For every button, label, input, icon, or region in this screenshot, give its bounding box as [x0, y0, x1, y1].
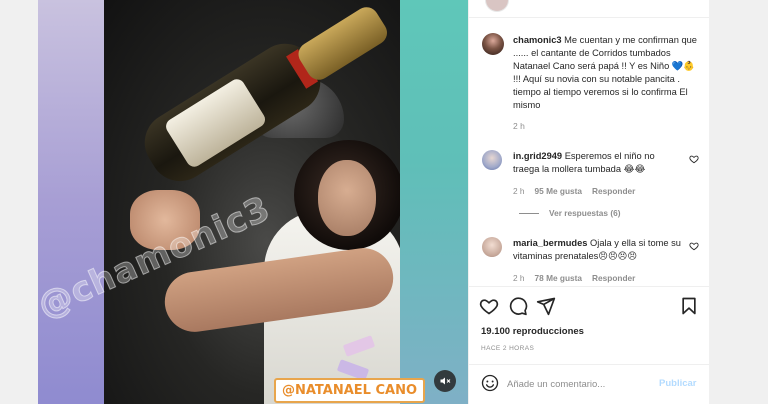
comment-meta: 2 h 95 Me gusta Responder: [513, 186, 635, 196]
publish-button[interactable]: Publicar: [659, 378, 697, 389]
comment-username[interactable]: maria_bermudes: [513, 238, 587, 248]
post-age[interactable]: HACE 2 HORAS: [481, 345, 534, 352]
comment-meta: 2 h 78 Me gusta Responder: [513, 273, 635, 283]
reply-button[interactable]: Responder: [592, 186, 635, 196]
replies-line: [519, 212, 539, 214]
heart-icon[interactable]: [479, 296, 499, 316]
mention-tag: @NATANAEL CANO: [274, 378, 426, 403]
divider: [469, 364, 709, 365]
post-time[interactable]: 2 h: [513, 121, 525, 131]
avatar[interactable]: [482, 33, 504, 55]
page-margin-left: [0, 0, 38, 404]
comment-time[interactable]: 2 h: [513, 273, 525, 283]
speaker-muted-icon: [440, 377, 451, 385]
comment-username[interactable]: in.grid2949: [513, 151, 562, 161]
post-side-panel: chamonic3 Me cuentan y me confirman que …: [468, 0, 709, 404]
view-count[interactable]: 19.100 reproducciones: [481, 326, 584, 337]
page-margin-right: [708, 0, 768, 404]
smiley-icon[interactable]: [481, 374, 499, 392]
reply-button[interactable]: Responder: [592, 273, 635, 283]
bookmark-icon[interactable]: [679, 296, 699, 316]
post-caption: chamonic3 Me cuentan y me confirman que …: [513, 34, 699, 112]
header-avatar[interactable]: [485, 0, 509, 12]
comment-input[interactable]: [507, 376, 647, 392]
divider: [469, 17, 709, 18]
comment-likes[interactable]: 78 Me gusta: [535, 273, 583, 283]
avatar[interactable]: [482, 237, 502, 257]
paper-plane-icon[interactable]: [536, 296, 556, 316]
comment-time[interactable]: 2 h: [513, 186, 525, 196]
avatar[interactable]: [482, 150, 502, 170]
caption-username[interactable]: chamonic3: [513, 35, 562, 45]
comment-text-block: maria_bermudes Ojala y ella si tome su v…: [513, 237, 683, 263]
heart-icon[interactable]: [689, 154, 699, 164]
divider: [469, 286, 709, 287]
action-bar: [479, 296, 703, 316]
media-background-right: [398, 0, 468, 404]
comment-bubble-icon[interactable]: [508, 296, 528, 316]
mute-button[interactable]: [434, 370, 456, 392]
media-background-left: [38, 0, 104, 404]
comment-text-block: in.grid2949 Esperemos el niño no traega …: [513, 150, 683, 176]
post-media[interactable]: @chamonic3 @NATANAEL CANO: [38, 0, 468, 404]
caption-text: Me cuentan y me confirman que ...... el …: [513, 35, 697, 110]
comment-likes[interactable]: 95 Me gusta: [535, 186, 583, 196]
view-replies-button[interactable]: Ver respuestas (6): [519, 208, 620, 218]
heart-icon[interactable]: [689, 241, 699, 251]
view-replies-label: Ver respuestas (6): [549, 208, 621, 218]
